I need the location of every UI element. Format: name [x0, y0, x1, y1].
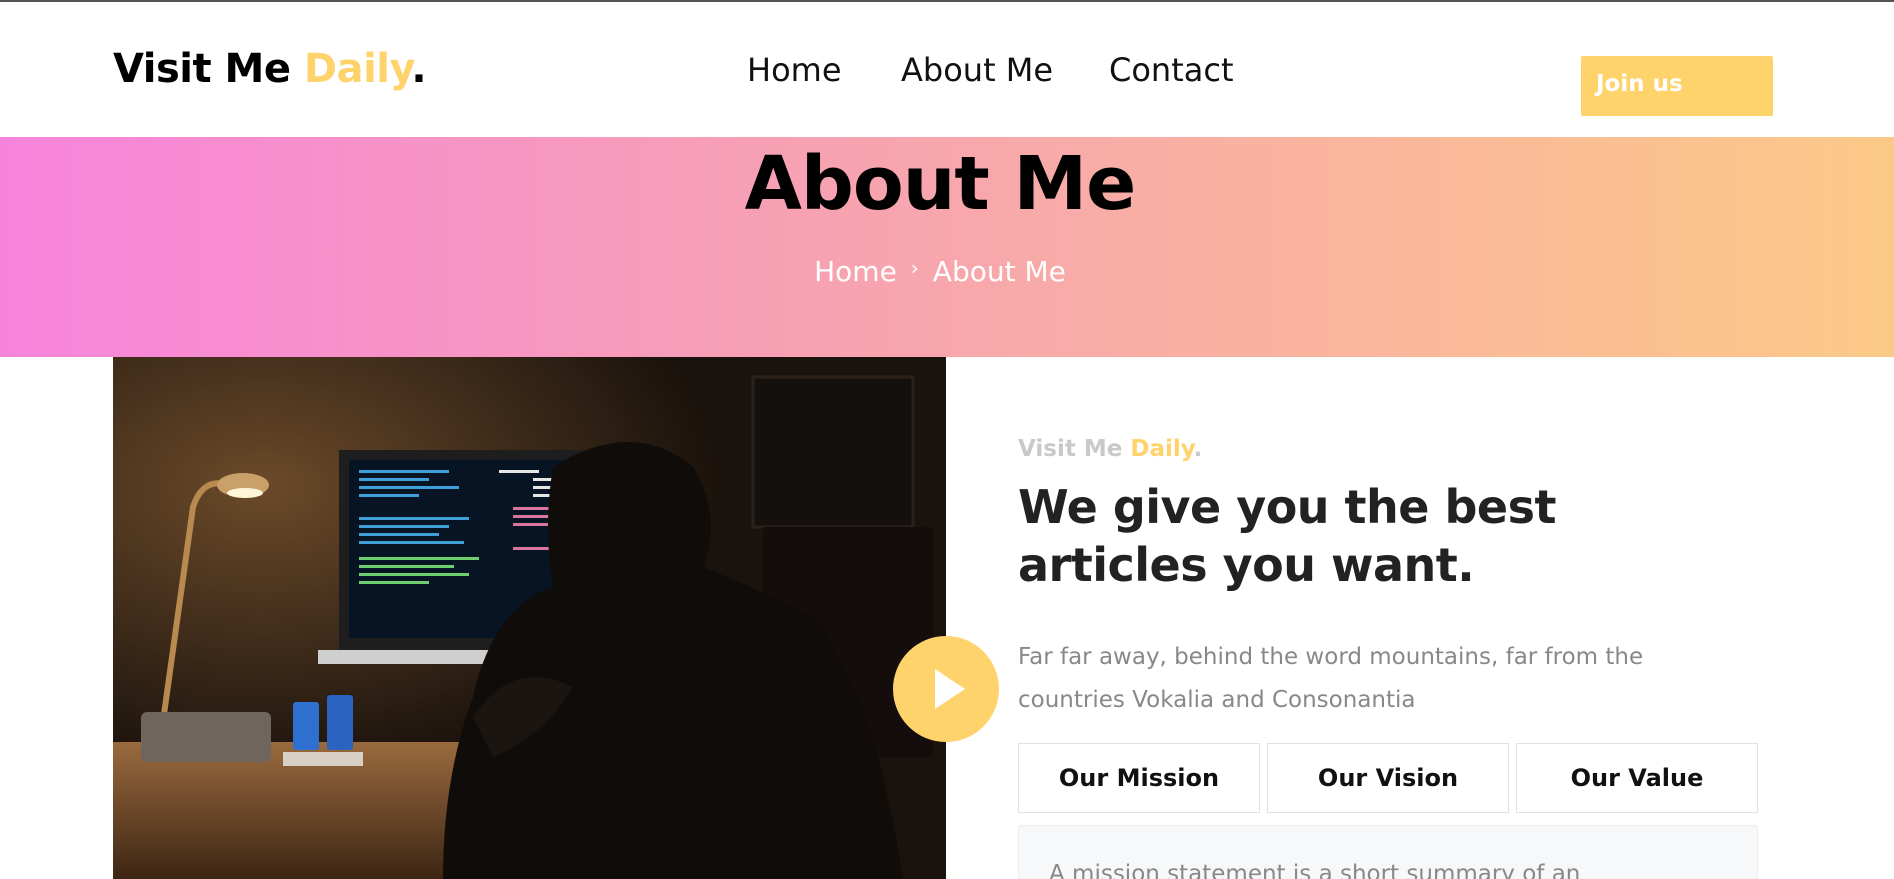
logo-dot: .	[411, 46, 427, 92]
breadcrumb-home[interactable]: Home	[814, 255, 897, 288]
tab-our-vision[interactable]: Our Vision	[1267, 743, 1509, 813]
chevron-right-icon: ›	[910, 256, 919, 280]
tab-panel: A mission statement is a short summary o…	[1018, 825, 1758, 879]
page-hero: About Me Home › About Me	[0, 137, 1894, 357]
nav-contact[interactable]: Contact	[1109, 51, 1234, 89]
tab-panel-text: A mission statement is a short summary o…	[1049, 861, 1581, 879]
logo-accent: Daily	[303, 46, 412, 92]
eyebrow-accent: Daily	[1130, 436, 1194, 462]
logo-text: Visit Me	[113, 46, 304, 92]
nav-about-me[interactable]: About Me	[901, 51, 1053, 89]
section-heading: We give you the best articles you want.	[1018, 480, 1557, 592]
section-eyebrow: Visit Me Daily.	[1018, 436, 1202, 462]
breadcrumb: Home › About Me	[0, 255, 1880, 288]
eyebrow-text: Visit Me	[1018, 436, 1131, 462]
play-icon	[935, 669, 965, 709]
breadcrumb-current: About Me	[932, 255, 1066, 288]
tab-our-mission[interactable]: Our Mission	[1018, 743, 1260, 813]
site-logo[interactable]: Visit Me Daily.	[113, 46, 427, 92]
tab-our-value[interactable]: Our Value	[1516, 743, 1758, 813]
nav-home[interactable]: Home	[747, 51, 842, 89]
about-photo	[113, 357, 946, 879]
play-video-button[interactable]	[893, 636, 999, 742]
eyebrow-dot: .	[1193, 436, 1203, 462]
section-description: Far far away, behind the word mountains,…	[1018, 644, 1644, 713]
site-header: Visit Me Daily. Home About Me Contact Jo…	[0, 2, 1894, 137]
page-title: About Me	[744, 141, 1137, 227]
join-us-button[interactable]: Join us	[1581, 56, 1773, 116]
about-tabs: Our Mission Our Vision Our Value	[1018, 743, 1758, 813]
